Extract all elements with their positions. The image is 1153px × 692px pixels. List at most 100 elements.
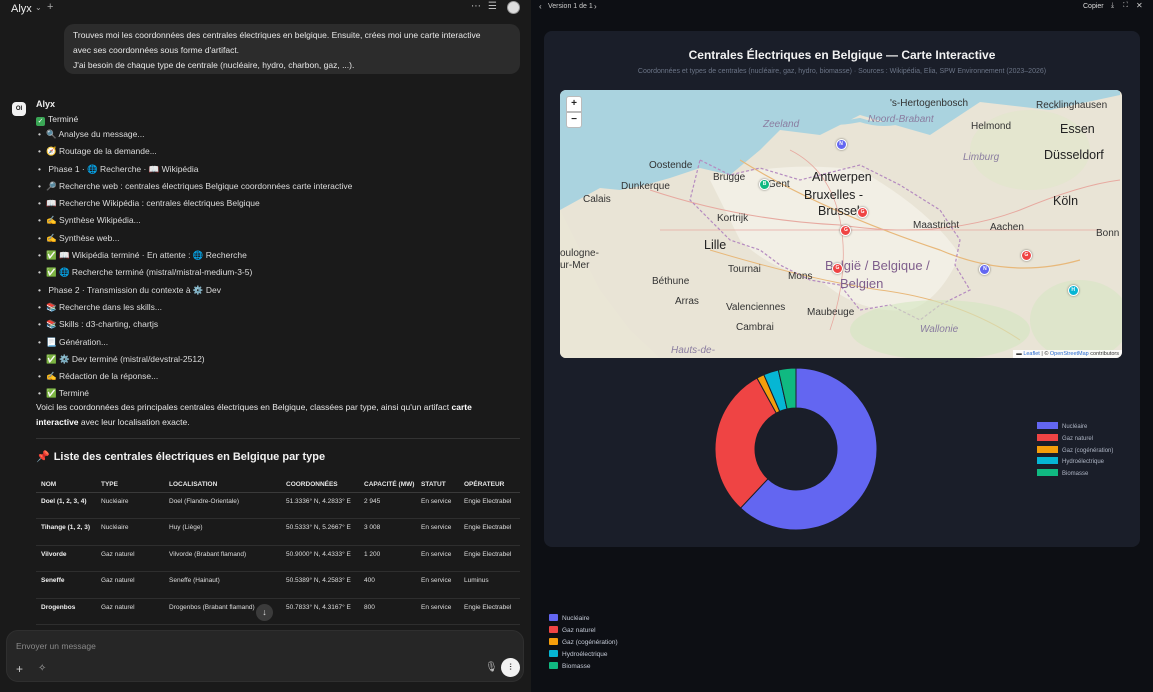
- progress-step: 📃 Génération...: [38, 335, 508, 352]
- download-icon[interactable]: ⤓: [1111, 2, 1114, 10]
- map-label: Helmond: [971, 121, 1012, 132]
- step-text: Recherche dans les skills...: [58, 301, 162, 312]
- progress-step: ✅ ⚙️ Dev terminé (mistral/devstral-2512): [38, 352, 508, 369]
- table-cell: 50.5389° N, 4.2583° E: [281, 571, 359, 599]
- legend-item[interactable]: Hydroélectrique: [549, 650, 618, 662]
- legend-label: Hydroélectrique: [562, 651, 608, 658]
- table-cell: En service: [416, 598, 459, 625]
- step-text: Phase 1 · 🌐 Recherche · 📖 Wikipédia: [48, 163, 199, 174]
- legend-item[interactable]: Hydroélectrique: [1037, 457, 1113, 469]
- table-cell: Doel (Flandre-Orientale): [164, 492, 281, 519]
- voice-send-button[interactable]: ⫶: [501, 658, 520, 677]
- table-cell: Vilvorde (Brabant flamand): [164, 545, 281, 572]
- message-input[interactable]: [16, 641, 456, 651]
- step-icon: ✍️: [45, 371, 57, 382]
- legend-item[interactable]: Nucléaire: [1037, 422, 1113, 434]
- microphone-icon[interactable]: 🎙: [485, 662, 498, 673]
- step-text: Rédaction de la réponse...: [58, 371, 159, 382]
- legend-item[interactable]: Biomasse: [549, 662, 618, 674]
- step-text: Synthèse Wikipédia...: [58, 215, 141, 226]
- leaflet-link[interactable]: Leaflet: [1023, 351, 1040, 357]
- legend-item[interactable]: Nucléaire: [549, 614, 618, 626]
- attach-plus-button[interactable]: +: [16, 662, 23, 676]
- table-cell: Vilvorde: [36, 545, 96, 572]
- step-icon: 📚: [45, 301, 57, 312]
- map-label: Cambrai: [736, 322, 774, 333]
- power-plants-table-container[interactable]: NOM TYPE LOCALISATION COORDONNÉES CAPACITÉ (…: [36, 468, 520, 626]
- table-cell: Seneffe: [36, 571, 96, 599]
- table-header-row: NOM TYPE LOCALISATION COORDONNÉES CAPACITÉ (…: [36, 468, 520, 493]
- map-label: Calais: [583, 194, 611, 205]
- zoom-in-button[interactable]: +: [566, 96, 582, 112]
- table-cell: Engie Electrabel: [459, 598, 520, 625]
- table-cell: Nucléaire: [96, 518, 164, 546]
- copy-button[interactable]: Copier: [1083, 3, 1104, 10]
- more-options-icon[interactable]: ⋯: [471, 1, 481, 12]
- legend-item[interactable]: Biomasse: [1037, 469, 1113, 481]
- step-icon: 📚: [45, 319, 57, 330]
- table-body: Doel (1, 2, 3, 4) Nucléaire Doel (Flandre-…: [36, 492, 520, 625]
- legend-item[interactable]: Gaz (cogénération): [1037, 445, 1114, 458]
- legend-label: Gaz (cogénération): [1062, 447, 1114, 454]
- map-label: Tournai: [728, 264, 761, 275]
- model-selector[interactable]: Alyx: [11, 3, 32, 15]
- step-text: Phase 2 · Transmission du contexte à ⚙️ …: [48, 284, 221, 295]
- chevron-down-icon[interactable]: ⌄: [35, 3, 42, 12]
- scroll-down-button[interactable]: ↓: [256, 604, 273, 621]
- map-marker-seneffe[interactable]: G: [831, 262, 843, 274]
- openstreetmap-link[interactable]: OpenStreetMap: [1050, 351, 1089, 357]
- attribution-sep: | ©: [1039, 351, 1050, 357]
- map-attribution: ▬ Leaflet | © OpenStreetMap contributors: [1013, 350, 1122, 358]
- legend-item[interactable]: Gaz (cogénération): [549, 638, 618, 650]
- table-cell: Engie Electrabel: [459, 518, 520, 546]
- map-label: 's-Hertogenbosch: [890, 98, 969, 109]
- legend-swatch: [1037, 422, 1058, 429]
- close-icon[interactable]: ✕: [1136, 1, 1143, 10]
- interactive-map[interactable]: 's-Hertogenbosch Recklinghausen Zeeland Noo…: [560, 90, 1122, 358]
- pushpin-icon: 📌: [36, 451, 50, 463]
- settings-sliders-icon[interactable]: ☰: [488, 1, 497, 12]
- map-marker-doel[interactable]: N: [835, 139, 847, 150]
- assistant-status[interactable]: ✓ Terminé: [36, 114, 78, 126]
- add-model-icon[interactable]: +: [47, 1, 53, 13]
- map-marker-vilvorde[interactable]: G: [857, 206, 869, 218]
- map-label: Valenciennes: [726, 302, 786, 313]
- status-label: Terminé: [48, 114, 79, 124]
- step-text: 🌐 Recherche terminé (mistral/mistral-med…: [58, 267, 253, 278]
- expand-icon[interactable]: ⛶: [1123, 2, 1128, 10]
- map-label: Düsseldorf: [1044, 148, 1104, 162]
- flag-icon: ▬: [1016, 351, 1022, 357]
- map-marker-coo[interactable]: H: [1067, 284, 1079, 296]
- legend-swatch: [1037, 445, 1058, 453]
- tools-icon[interactable]: ✧: [38, 663, 46, 674]
- chevron-right-icon[interactable]: ›: [594, 2, 597, 11]
- map-label: Maastricht: [913, 220, 960, 231]
- map-label: Noord-Brabant: [868, 114, 934, 125]
- legend-swatch: [549, 614, 558, 621]
- legend-label: Nucléaire: [562, 615, 590, 622]
- land-france-coast: [560, 210, 660, 358]
- table-cell: Gaz naturel: [96, 598, 164, 625]
- legend-item[interactable]: Gaz naturel: [549, 626, 618, 638]
- step-icon: 📖: [45, 198, 57, 209]
- user-avatar[interactable]: [507, 1, 520, 14]
- step-icon: ✍️: [45, 232, 57, 243]
- map-label: Brugge: [713, 172, 746, 183]
- legend-swatch: [1037, 457, 1058, 465]
- zoom-out-button[interactable]: −: [566, 112, 582, 128]
- step-icon: 📃: [45, 336, 57, 347]
- chevron-left-icon[interactable]: ‹: [539, 2, 542, 11]
- map-label: Köln: [1053, 194, 1079, 208]
- table-cell: 2 945: [359, 492, 416, 519]
- message-composer: + ✧ 🎙 ⫶: [6, 630, 524, 682]
- map-marker-gent[interactable]: B: [759, 178, 770, 190]
- legend-label: Biomasse: [562, 663, 591, 670]
- donut-chart[interactable]: [714, 367, 878, 531]
- step-text: Recherche web : centrales électriques Be…: [58, 180, 353, 191]
- legend-swatch: [549, 626, 558, 633]
- table-cell: 800: [359, 598, 416, 625]
- legend-item[interactable]: Gaz naturel: [1037, 433, 1113, 446]
- intro-text-end: avec leur localisation exacte.: [78, 417, 190, 427]
- table-cell: Engie Electrabel: [459, 492, 520, 519]
- progress-step: 🧭 Routage de la demande...: [38, 144, 508, 161]
